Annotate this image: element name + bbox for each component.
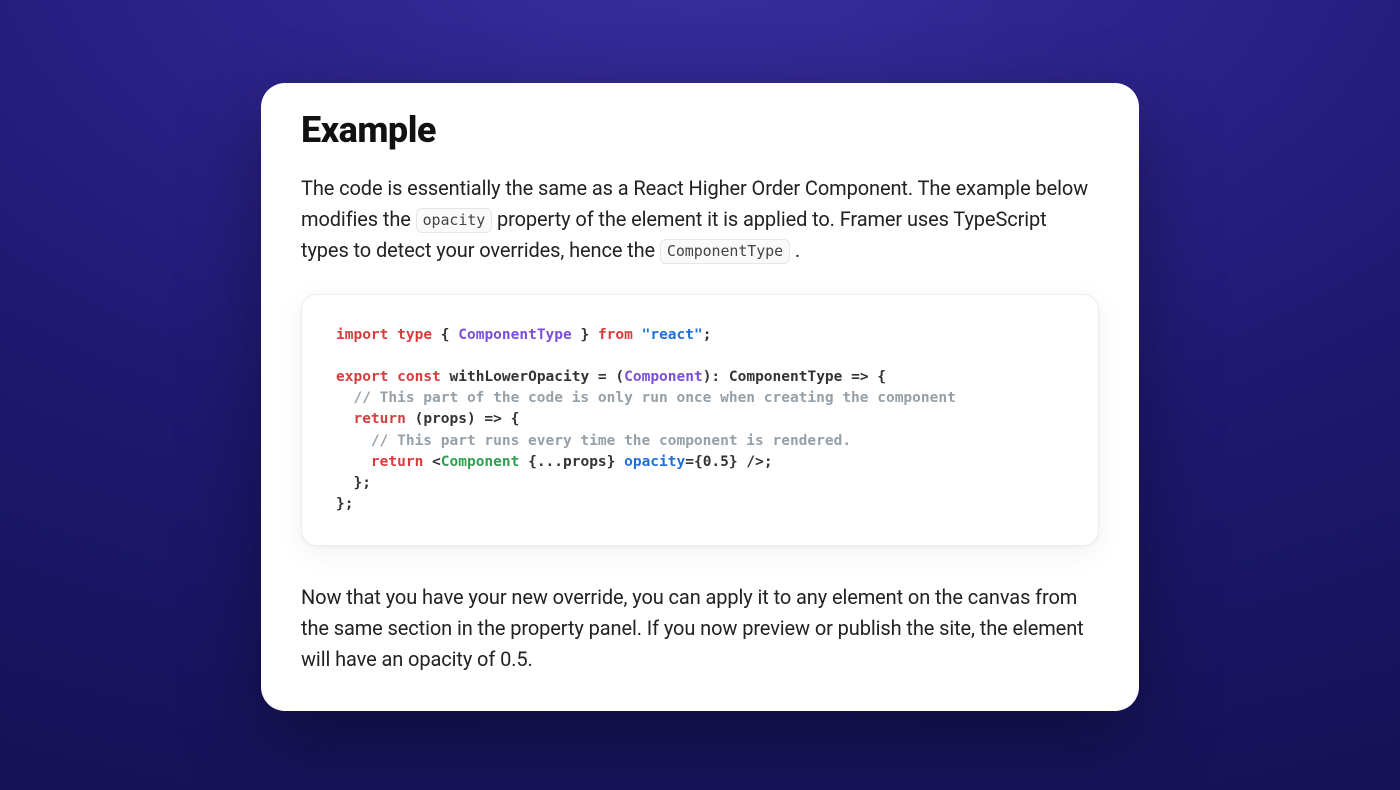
inline-code-opacity: opacity: [416, 208, 493, 233]
code-example: import type { ComponentType } from "reac…: [336, 325, 1064, 514]
intro-paragraph: The code is essentially the same as a Re…: [301, 173, 1099, 266]
section-heading: Example: [301, 109, 1099, 151]
inline-code-componenttype: ComponentType: [660, 239, 790, 264]
outro-paragraph: Now that you have your new override, you…: [301, 582, 1099, 675]
doc-card: Example The code is essentially the same…: [261, 83, 1139, 710]
intro-text-3: .: [790, 238, 800, 262]
code-example-block: import type { ComponentType } from "reac…: [301, 294, 1099, 545]
